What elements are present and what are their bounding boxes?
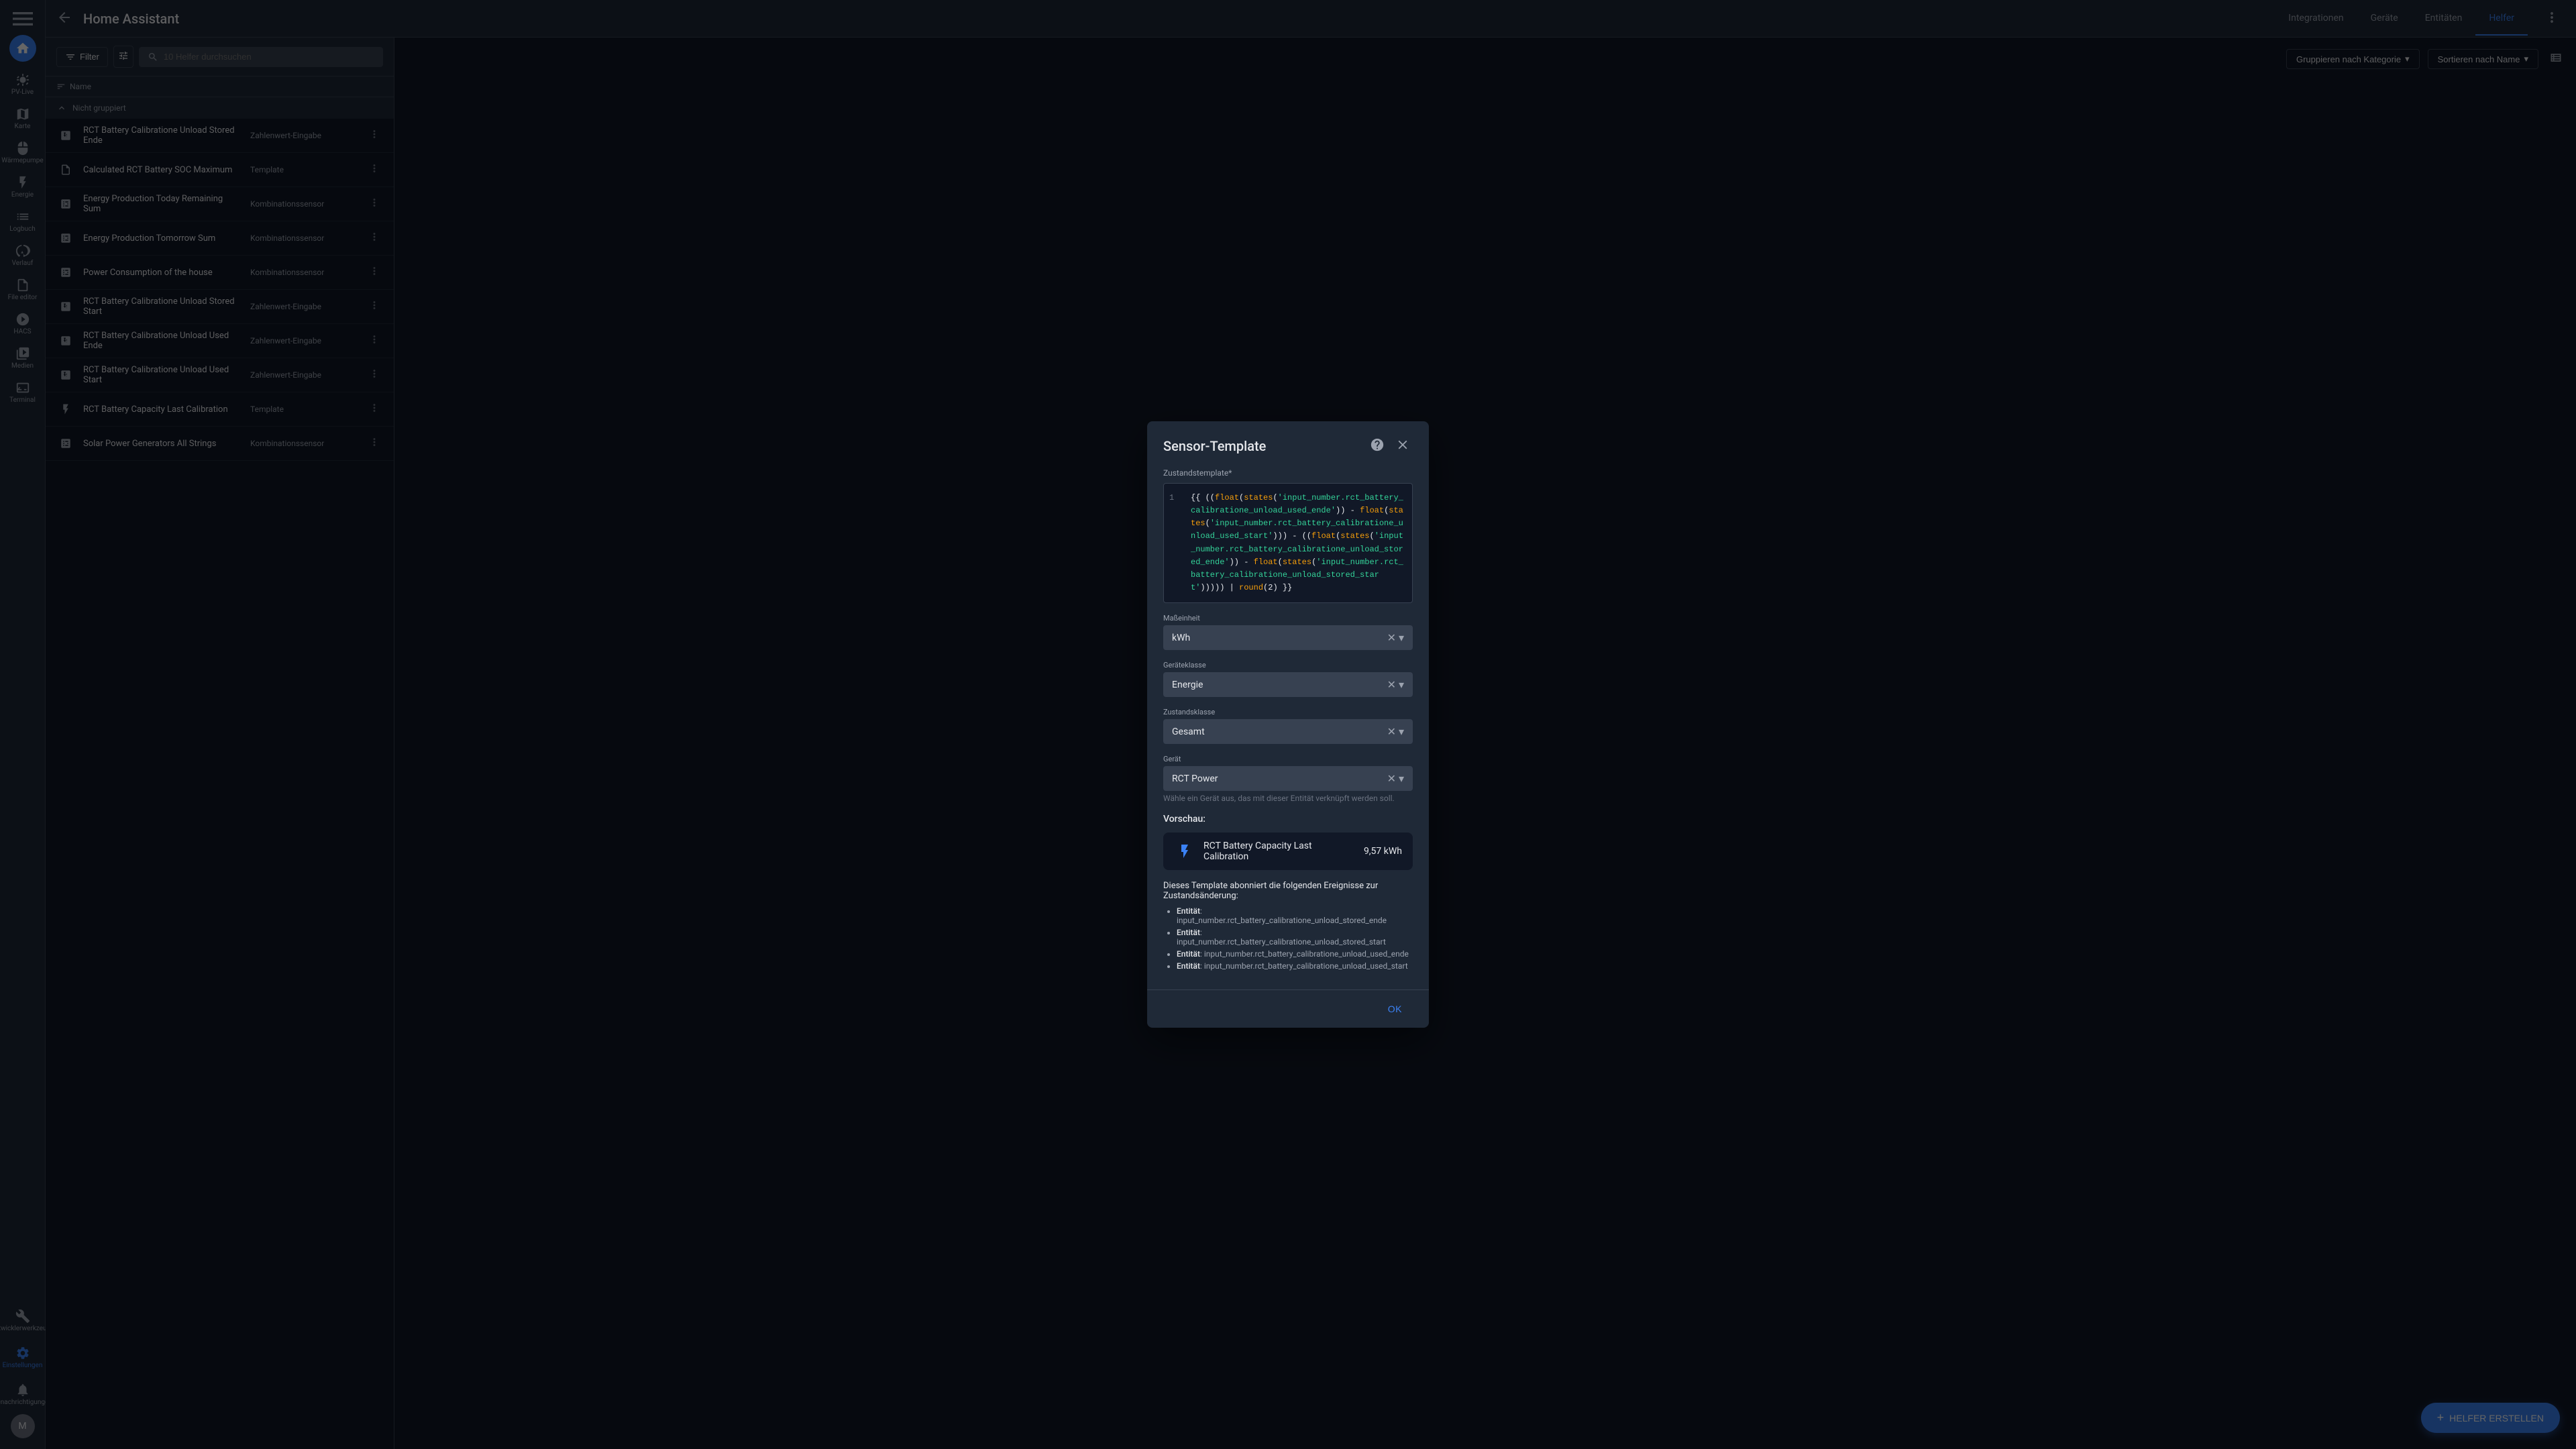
code-editor[interactable]: 1 {{ ((float(states('input_number.rct_ba…: [1163, 483, 1413, 604]
preview-entity-name: RCT Battery Capacity Last Calibration: [1203, 841, 1356, 862]
geraeteklasse-arrow-icon[interactable]: ▾: [1399, 678, 1404, 691]
zustandsklasse-clear-button[interactable]: ✕: [1387, 725, 1396, 738]
modal-overlay: Sensor-Template Zustandstemplate* 1 {{ (…: [0, 0, 2576, 1449]
geraet-clear-button[interactable]: ✕: [1387, 772, 1396, 785]
event-item: Entität: input_number.rct_battery_calibr…: [1177, 906, 1413, 925]
modal-title: Sensor-Template: [1163, 438, 1266, 454]
masseinheit-arrow-icon[interactable]: ▾: [1399, 631, 1404, 644]
geraet-actions: ✕ ▾: [1387, 772, 1404, 785]
event-item: Entität: input_number.rct_battery_calibr…: [1177, 928, 1413, 947]
events-list: Entität: input_number.rct_battery_calibr…: [1163, 906, 1413, 971]
zustandsklasse-field: Zustandsklasse Gesamt ✕ ▾: [1163, 708, 1413, 744]
geraet-select[interactable]: RCT Power ✕ ▾: [1163, 766, 1413, 791]
modal-header-icons: [1367, 435, 1413, 458]
masseinheit-select[interactable]: kWh ✕ ▾: [1163, 625, 1413, 650]
geraeteklasse-label: Geräteklasse: [1163, 661, 1413, 669]
event-label-1: Entität: [1177, 928, 1200, 937]
preview-section: Vorschau: RCT Battery Capacity Last Cali…: [1163, 814, 1413, 870]
preview-bolt-icon: [1174, 841, 1195, 862]
close-button[interactable]: [1393, 435, 1413, 458]
line-number-1: 1: [1169, 492, 1174, 504]
zustandstemplate-label: Zustandstemplate*: [1163, 468, 1413, 478]
events-section: Dieses Template abonniert die folgenden …: [1163, 881, 1413, 971]
geraet-field: Gerät RCT Power ✕ ▾ Wähle ein Gerät aus,…: [1163, 755, 1413, 803]
zustandsklasse-arrow-icon[interactable]: ▾: [1399, 725, 1404, 738]
geraet-hint: Wähle ein Gerät aus, das mit dieser Enti…: [1163, 794, 1413, 803]
geraet-label: Gerät: [1163, 755, 1413, 763]
masseinheit-clear-button[interactable]: ✕: [1387, 631, 1396, 644]
modal-header: Sensor-Template: [1147, 421, 1429, 466]
event-value-1: input_number.rct_battery_calibratione_un…: [1177, 937, 1386, 947]
ok-button[interactable]: OK: [1377, 998, 1413, 1020]
modal-footer: OK: [1147, 989, 1429, 1028]
preview-value: 9,57 kWh: [1364, 846, 1402, 857]
code-content: {{ ((float(states('input_number.rct_batt…: [1172, 492, 1404, 595]
preview-card: RCT Battery Capacity Last Calibration 9,…: [1163, 833, 1413, 870]
geraeteklasse-field: Geräteklasse Energie ✕ ▾: [1163, 661, 1413, 697]
event-label-0: Entität: [1177, 906, 1200, 916]
geraeteklasse-clear-button[interactable]: ✕: [1387, 678, 1396, 691]
geraeteklasse-actions: ✕ ▾: [1387, 678, 1404, 691]
zustandsklasse-select[interactable]: Gesamt ✕ ▾: [1163, 719, 1413, 744]
modal-body: Zustandstemplate* 1 {{ ((float(states('i…: [1147, 466, 1429, 990]
geraet-value: RCT Power: [1172, 773, 1387, 784]
events-heading: Dieses Template abonniert die folgenden …: [1163, 881, 1413, 901]
event-item: Entität: input_number.rct_battery_calibr…: [1177, 961, 1413, 971]
event-value-2: input_number.rct_battery_calibratione_un…: [1204, 949, 1409, 959]
line-numbers: 1: [1164, 484, 1179, 513]
event-label-3: Entität: [1177, 961, 1200, 971]
event-value-3: input_number.rct_battery_calibratione_un…: [1204, 961, 1408, 971]
zustandsklasse-value: Gesamt: [1172, 727, 1387, 737]
zustandsklasse-label: Zustandsklasse: [1163, 708, 1413, 716]
geraeteklasse-value: Energie: [1172, 680, 1387, 690]
masseinheit-value: kWh: [1172, 633, 1387, 643]
masseinheit-field: Maßeinheit kWh ✕ ▾: [1163, 614, 1413, 650]
help-button[interactable]: [1367, 435, 1387, 458]
event-value-0: input_number.rct_battery_calibratione_un…: [1177, 916, 1387, 925]
preview-label: Vorschau:: [1163, 814, 1413, 824]
event-item: Entität: input_number.rct_battery_calibr…: [1177, 949, 1413, 959]
event-label-2: Entität: [1177, 949, 1200, 959]
zustandsklasse-actions: ✕ ▾: [1387, 725, 1404, 738]
sensor-template-modal: Sensor-Template Zustandstemplate* 1 {{ (…: [1147, 421, 1429, 1028]
masseinheit-label: Maßeinheit: [1163, 614, 1413, 623]
geraet-arrow-icon[interactable]: ▾: [1399, 772, 1404, 785]
masseinheit-actions: ✕ ▾: [1387, 631, 1404, 644]
geraeteklasse-select[interactable]: Energie ✕ ▾: [1163, 672, 1413, 697]
